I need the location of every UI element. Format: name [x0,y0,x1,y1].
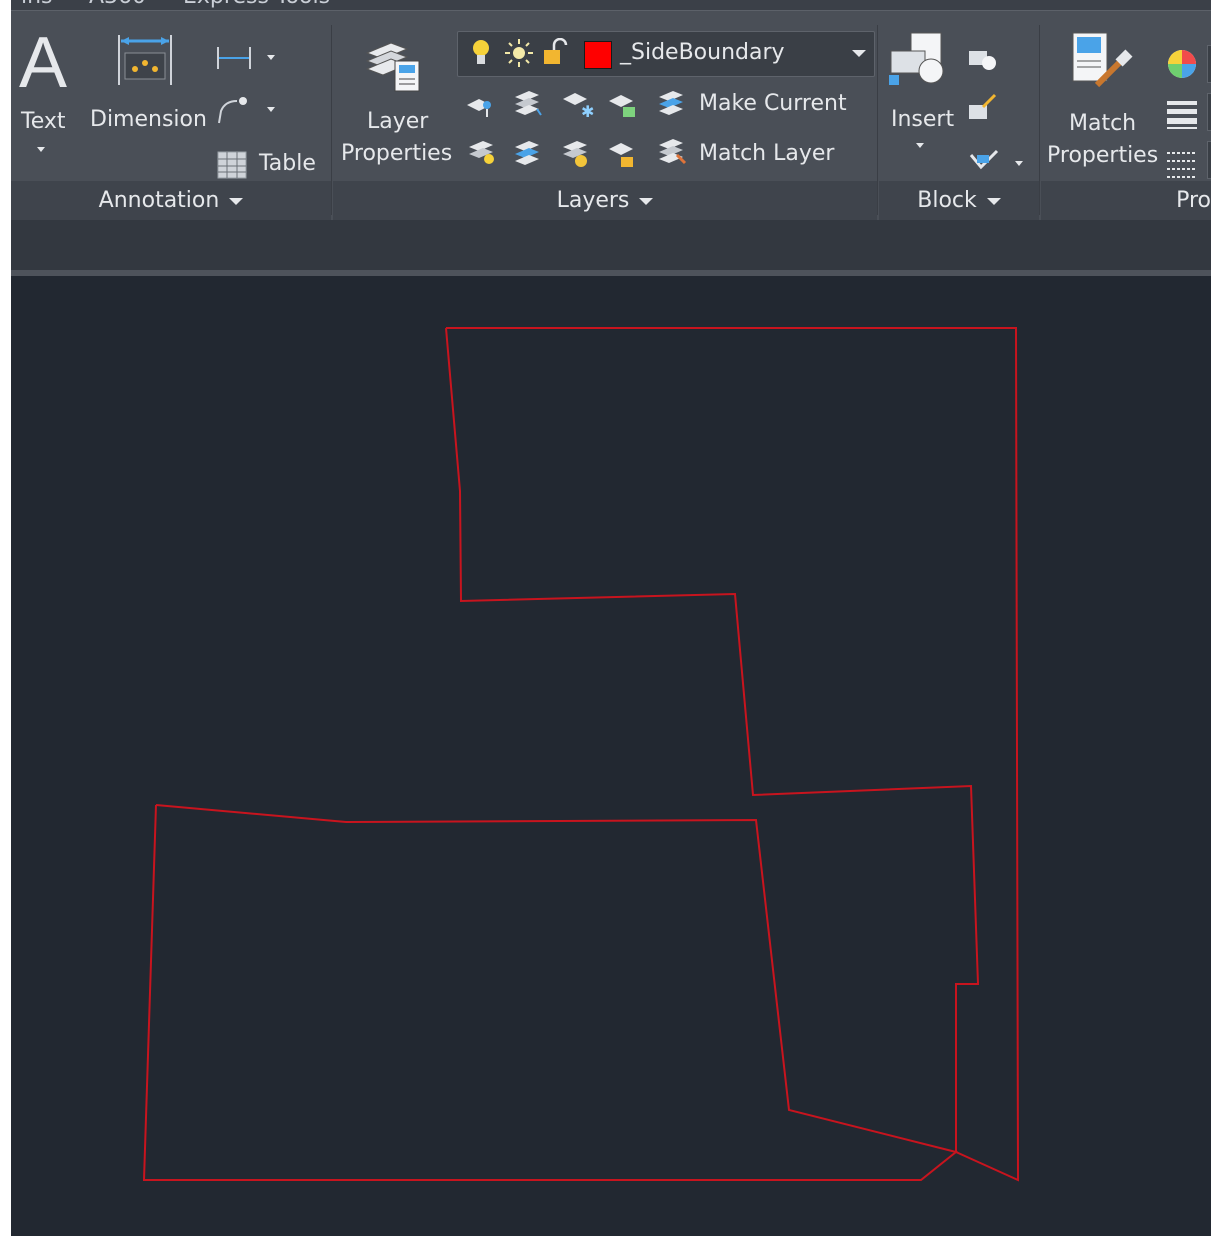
panel-divider [331,25,332,215]
insert-button[interactable]: Insert [879,23,959,173]
table-label: Table [259,151,316,176]
annotation-panel-footer[interactable]: Annotation [11,181,331,221]
edit-block-icon[interactable] [967,93,1001,125]
insert-label: Insert [891,107,955,132]
layer-thaw-icon[interactable] [559,137,593,171]
text-label: Text [21,109,66,134]
layer-properties-label-line1: Layer [367,109,429,134]
linear-dimension-icon [217,47,251,69]
current-layer-name: _SideBoundary [620,40,785,65]
linear-dropdown-caret [267,55,275,60]
leader-button[interactable] [215,91,285,131]
layer-dropdown[interactable]: _SideBoundary [457,31,875,77]
color-dropdown-edge[interactable] [1207,45,1211,83]
lightbulb-icon [473,40,489,64]
linetype-dropdown-edge[interactable] [1207,141,1211,179]
leader-dropdown-caret [267,107,275,112]
document-tab-bar [11,220,1211,270]
annotation-footer-label: Annotation [98,188,220,213]
create-block-icon[interactable] [967,45,1001,75]
lower-boundary-polyline[interactable] [142,804,959,1181]
text-button[interactable]: A Text [11,23,75,173]
lineweight-dropdown-edge[interactable] [1207,93,1211,131]
autocad-window: ins A360 Express Tools A Text [11,0,1211,1236]
match-layer-label[interactable]: Match Layer [699,141,834,166]
block-attributes-icon[interactable] [967,145,1003,177]
linear-dimension-button[interactable] [215,41,285,77]
ribbon-tab-strip: ins A360 Express Tools [11,0,1211,10]
leader-icon [218,97,247,124]
block-footer-label: Block [917,188,977,213]
tab-express-tools[interactable]: Express Tools [183,0,330,9]
lineweight-icon[interactable] [1165,97,1199,131]
layers-footer-label: Layers [556,188,630,213]
block-expand-caret [986,197,1001,205]
layer-properties-icon [365,42,420,92]
block-panel-footer[interactable]: Block [879,181,1039,221]
match-properties-icon [1072,32,1133,88]
layer-off-icon[interactable] [465,91,499,121]
make-current-icon[interactable] [655,87,689,121]
match-properties-button[interactable]: Match Properties [1041,23,1161,183]
layer-lock-icon[interactable] [607,91,641,123]
linetype-icon[interactable] [1165,147,1199,181]
ribbon: A Text Dimension Table Annotation Layer … [11,10,1211,221]
block-attributes-caret [1015,161,1023,166]
make-current-label[interactable]: Make Current [699,91,847,116]
layer-properties-label-line2: Properties [341,141,453,166]
upper-boundary-polyline[interactable] [445,327,1020,1182]
layer-dropdown-caret [852,50,866,57]
annotation-panel: A Text Dimension Table Annotation [11,23,331,221]
layer-walk-icon[interactable] [511,137,545,169]
insert-block-icon [889,32,944,85]
layer-properties-button[interactable]: Layer Properties [333,23,455,173]
drawing-canvas[interactable] [11,276,1211,1236]
properties-panel-footer[interactable]: Pro [1041,181,1211,221]
panel-divider [1039,25,1040,215]
annotation-expand-caret [229,197,244,205]
block-panel: Insert Block [879,23,1039,221]
layer-on-icon[interactable] [465,137,499,169]
svg-text:✱: ✱ [581,102,594,121]
text-dropdown-caret [37,147,45,152]
layers-panel-footer[interactable]: Layers [333,181,877,221]
color-wheel-icon[interactable] [1165,47,1199,81]
drawing-svg [142,327,1020,1182]
tab-ins[interactable]: ins [21,0,53,9]
properties-panel: Match Properties Pro [1041,23,1211,221]
dimension-button[interactable]: Dimension [87,23,207,163]
layer-color-swatch [584,41,612,69]
table-icon [217,151,247,179]
layers-expand-caret [639,197,654,205]
insert-dropdown-caret [916,143,924,148]
panel-divider [877,25,878,215]
match-layer-icon[interactable] [655,135,689,169]
match-properties-label-line2: Properties [1047,143,1159,168]
layer-isolate-icon[interactable] [511,87,545,119]
dimension-label: Dimension [90,107,207,132]
sun-icon [505,39,533,67]
layer-freeze-icon[interactable]: ✱ [561,89,595,121]
dimension-icon [118,35,172,85]
tab-a360[interactable]: A360 [89,0,146,9]
svg-text:A: A [19,27,67,97]
match-properties-label-line1: Match [1069,111,1137,136]
text-icon: A [19,27,67,97]
unlock-icon [544,38,568,64]
layer-unlock-icon[interactable] [607,139,641,171]
table-button[interactable]: Table [217,147,327,183]
properties-footer-label: Pro [1176,188,1211,213]
